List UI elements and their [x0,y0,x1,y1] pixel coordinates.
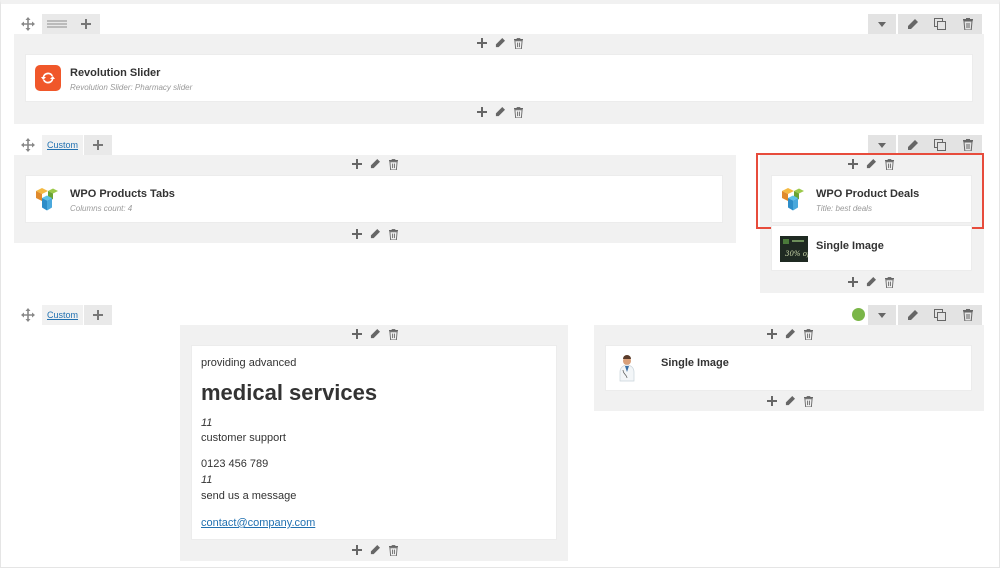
add-element-icon[interactable] [475,36,489,50]
edit-column-icon[interactable] [368,543,382,557]
add-element-icon[interactable] [350,327,364,341]
element-title: Single Image [661,357,729,369]
element-title: Revolution Slider [70,67,161,79]
move-row-icon[interactable] [14,14,42,34]
edit-row-button[interactable] [898,305,926,325]
add-element-icon[interactable] [350,157,364,171]
edit-column-icon[interactable] [368,327,382,341]
edit-column-icon[interactable] [368,227,382,241]
text-heading: medical services [201,380,378,405]
toggle-row-button[interactable] [868,135,896,155]
add-element-icon[interactable] [846,275,860,289]
svg-text:30% off: 30% off [785,250,808,258]
edit-column-icon[interactable] [368,157,382,171]
row-2: Custom WPO Products Tabs Columns count: … [14,135,984,295]
move-row-icon[interactable] [14,305,42,325]
delete-column-icon[interactable] [386,327,400,341]
column-top-controls [765,327,815,341]
delete-row-button[interactable] [954,305,982,325]
text-number-2: 11 [201,474,213,486]
delete-column-icon[interactable] [386,157,400,171]
move-row-icon[interactable] [14,135,42,155]
column-bottom-controls [350,543,400,557]
delete-column-icon[interactable] [511,105,525,119]
row-status-dot [852,308,865,321]
element-revolution-slider[interactable]: Revolution Slider Revolution Slider: Pha… [25,54,973,102]
delete-column-icon[interactable] [386,227,400,241]
edit-row-button[interactable] [898,135,926,155]
add-element-icon[interactable] [350,227,364,241]
toggle-row-button[interactable] [868,14,896,34]
text-send-message: send us a message [201,490,297,502]
edit-column-icon[interactable] [493,36,507,50]
selection-highlight [756,153,984,229]
toggle-row-button[interactable] [868,305,896,325]
add-element-icon[interactable] [350,543,364,557]
text-customer-support: customer support [201,432,286,444]
delete-column-icon[interactable] [511,36,525,50]
row-3: Custom providing advanced medical servic… [14,305,984,563]
column-bottom-controls [846,275,896,289]
thumbnail-image-icon: 30% off [780,236,813,262]
element-single-image[interactable]: Single Image [605,345,972,391]
wpo-logo-icon [34,185,60,213]
column-bottom-controls [765,394,815,408]
delete-column-icon[interactable] [386,543,400,557]
row-layout-custom-link[interactable]: Custom [42,135,84,155]
element-single-image[interactable]: 30% off Single Image [771,225,972,271]
add-column-button[interactable] [84,135,112,155]
text-line-providing: providing advanced [201,357,297,369]
element-wpo-products-tabs[interactable]: WPO Products Tabs Columns count: 4 [25,175,723,223]
element-subtitle: Columns count: 4 [70,204,133,213]
add-element-icon[interactable] [765,394,779,408]
add-element-icon[interactable] [765,327,779,341]
element-title: WPO Products Tabs [70,188,175,200]
column-bottom-controls [350,227,400,241]
edit-row-button[interactable] [898,14,926,34]
text-number-1: 11 [201,417,213,429]
row-layout-button[interactable] [42,14,72,34]
edit-column-icon[interactable] [783,327,797,341]
column-top-controls [475,36,525,50]
clone-row-button[interactable] [926,305,954,325]
clone-row-button[interactable] [926,14,954,34]
delete-row-button[interactable] [954,14,982,34]
column-top-controls [350,157,400,171]
delete-column-icon[interactable] [882,275,896,289]
row-layout-custom-link[interactable]: Custom [42,305,84,325]
column-bottom-controls [475,105,525,119]
delete-column-icon[interactable] [801,327,815,341]
edit-column-icon[interactable] [493,105,507,119]
edit-column-icon[interactable] [783,394,797,408]
column-top-controls [350,327,400,341]
element-text-block[interactable]: providing advanced medical services 11 c… [191,345,557,540]
add-column-button[interactable] [72,14,100,34]
row-1: Revolution Slider Revolution Slider: Pha… [14,14,984,124]
revolution-slider-icon [35,65,61,91]
doctor-image-icon [617,355,637,383]
text-phone: 0123 456 789 [201,458,269,470]
add-column-button[interactable] [84,305,112,325]
delete-row-button[interactable] [954,135,982,155]
clone-row-button[interactable] [926,135,954,155]
add-element-icon[interactable] [475,105,489,119]
element-title: Single Image [816,240,884,252]
edit-column-icon[interactable] [864,275,878,289]
email-link[interactable]: contact@company.com [201,517,315,529]
delete-column-icon[interactable] [801,394,815,408]
element-subtitle: Revolution Slider: Pharmacy slider [70,83,193,92]
